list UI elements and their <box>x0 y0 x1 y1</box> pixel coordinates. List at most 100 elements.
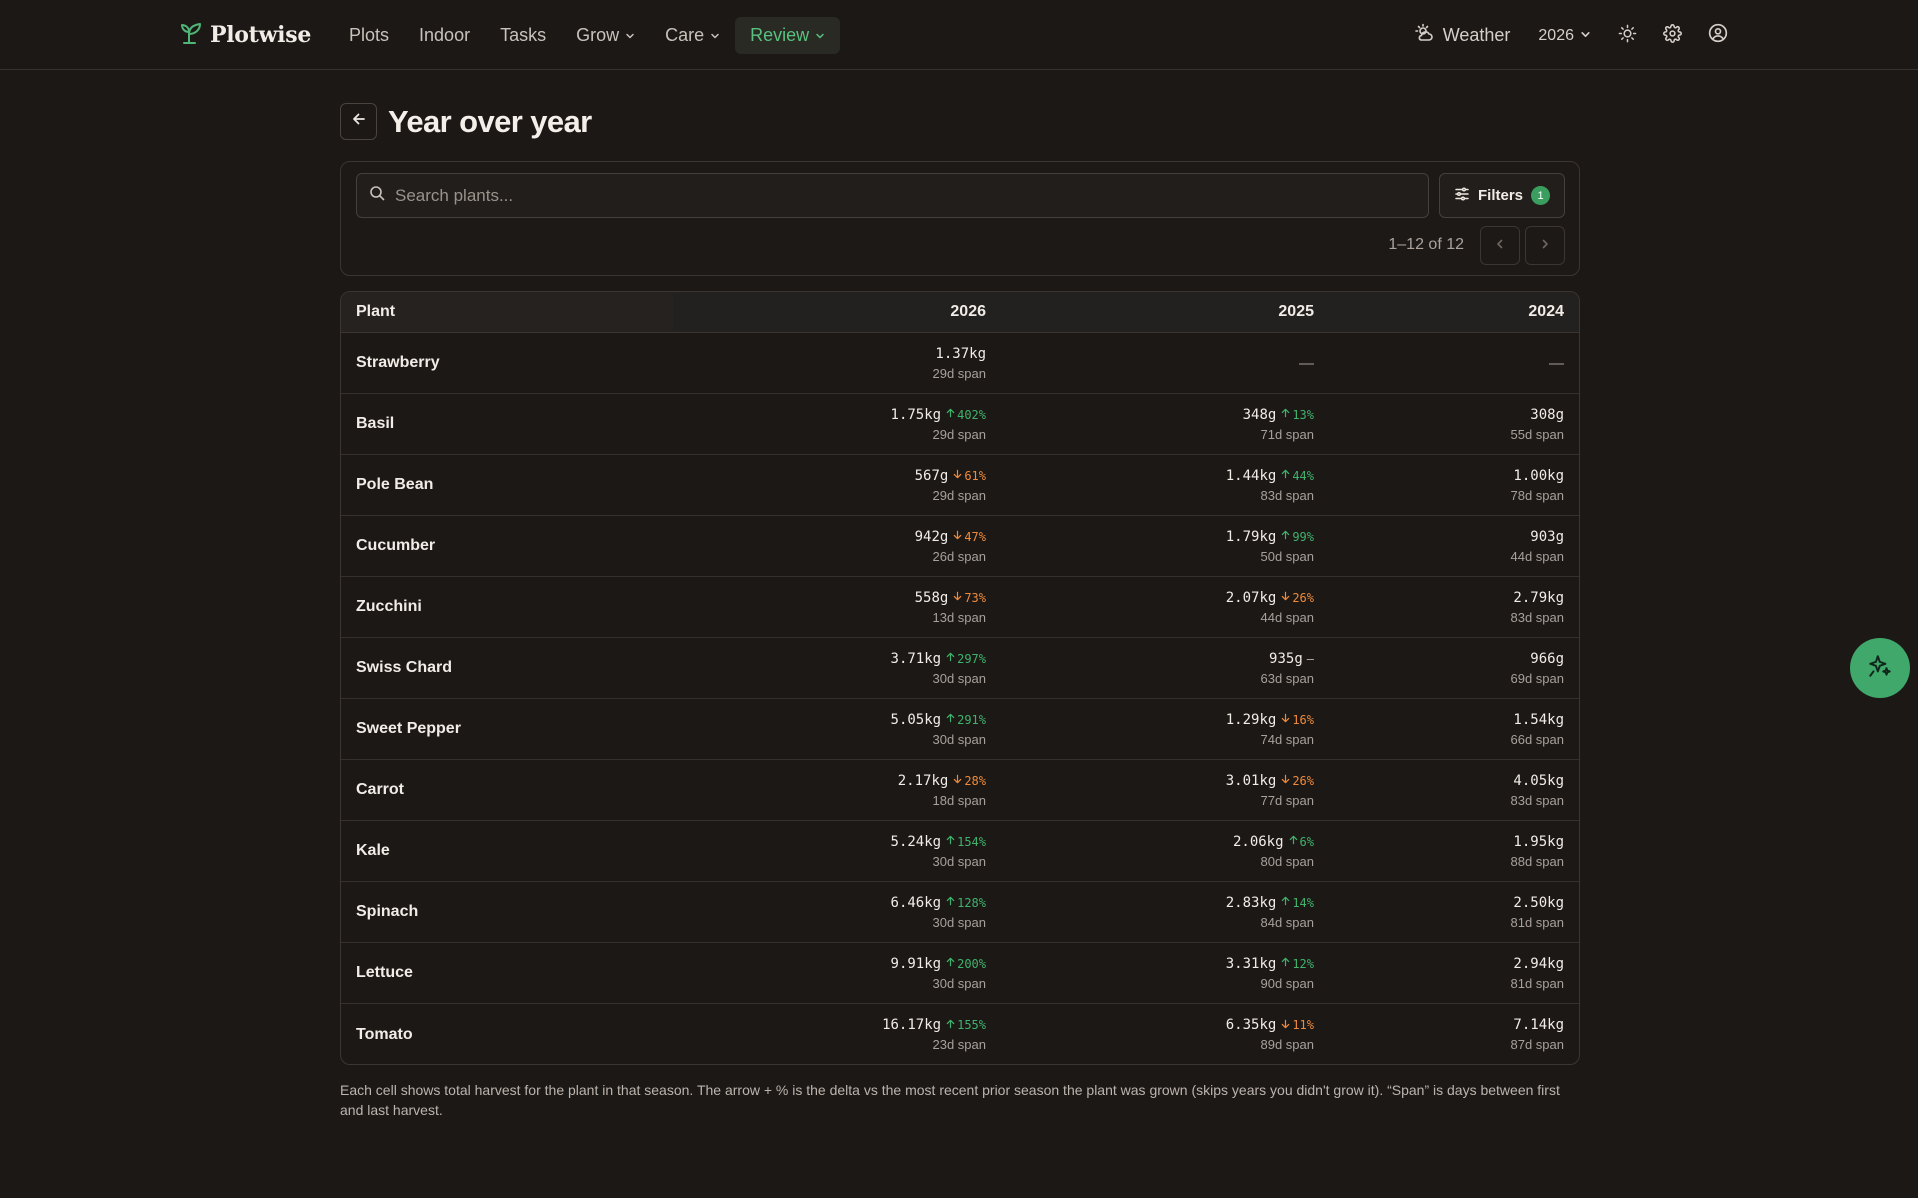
nav-link-indoor[interactable]: Indoor <box>404 17 485 54</box>
harvest-span: 78d span <box>1510 487 1565 503</box>
delta-percent: 297% <box>957 651 986 666</box>
delta-up: 291% <box>945 712 986 727</box>
table-toolbar: Filters 1 1–12 of 12 <box>340 161 1580 276</box>
filters-label: Filters <box>1477 187 1523 204</box>
table-body: Strawberry 1.37kg 29d span — — Basil 1.75kg 402… <box>341 333 1579 1064</box>
column-header-2024[interactable]: 2024 <box>1329 292 1579 332</box>
harvest-total: 1.75kg <box>890 406 942 423</box>
sun-cloud-icon <box>1414 23 1435 48</box>
table-row[interactable]: Sweet Pepper 5.05kg 291% 30d span 1.29kg 16% 7… <box>341 699 1579 760</box>
harvest-span: 18d span <box>932 792 987 808</box>
harvest-value-line: 9.91kg 200% <box>891 956 986 972</box>
next-page-button[interactable] <box>1525 226 1565 265</box>
harvest-cell-2026: 5.05kg 291% 30d span <box>673 699 1001 759</box>
table-row[interactable]: Pole Bean 567g 61% 29d span 1.44kg 44% 83d spa… <box>341 455 1579 516</box>
table-row[interactable]: Kale 5.24kg 154% 30d span 2.06kg 6% 80d span 1.… <box>341 821 1579 882</box>
delta-percent: 12% <box>1292 956 1314 971</box>
harvest-value-line: 1.75kg 402% <box>891 407 986 423</box>
arrow-up-icon <box>1280 407 1291 422</box>
table-row[interactable]: Spinach 6.46kg 128% 30d span 2.83kg 14% 84d sp… <box>341 882 1579 943</box>
harvest-cell-2025: 1.29kg 16% 74d span <box>1001 699 1329 759</box>
harvest-span: 84d span <box>1260 914 1315 930</box>
top-nav: Plotwise Plots Indoor Tasks Grow Care Review … <box>0 0 1918 70</box>
arrow-down-icon <box>1280 712 1291 727</box>
harvest-cell-2026: 942g 47% 26d span <box>673 516 1001 576</box>
table-row[interactable]: Swiss Chard 3.71kg 297% 30d span 935g — 63d sp… <box>341 638 1579 699</box>
harvest-cell-2024: — <box>1329 333 1579 393</box>
harvest-value-line: 1.95kg <box>1513 834 1564 850</box>
harvest-span: 30d span <box>932 731 987 747</box>
prev-page-button[interactable] <box>1480 226 1520 265</box>
harvest-cell-2024: 4.05kg 83d span <box>1329 760 1579 820</box>
harvest-span: 13d span <box>932 609 987 625</box>
delta-up: 12% <box>1280 956 1314 971</box>
table-header: Plant 2026 2025 2024 <box>341 292 1579 333</box>
nav-link-tasks[interactable]: Tasks <box>485 17 561 54</box>
table-row[interactable]: Zucchini 558g 73% 13d span 2.07kg 26% 44d span… <box>341 577 1579 638</box>
delta-percent: 44% <box>1292 468 1314 483</box>
nav-link-care[interactable]: Care <box>650 17 735 54</box>
delta-up: 402% <box>945 407 986 422</box>
settings-button[interactable] <box>1650 17 1695 54</box>
delta-down: 26% <box>1280 590 1314 605</box>
nav-link-review[interactable]: Review <box>735 17 841 54</box>
plant-name: Kale <box>356 842 390 859</box>
harvest-value-line: 1.44kg 44% <box>1226 468 1314 484</box>
nav-link-grow[interactable]: Grow <box>561 17 650 54</box>
harvest-total: 3.31kg <box>1225 955 1277 972</box>
column-header-2026[interactable]: 2026 <box>673 292 1001 332</box>
search-input[interactable] <box>395 185 1395 206</box>
harvest-total: 308g <box>1530 406 1564 423</box>
back-button[interactable] <box>340 103 377 140</box>
arrow-down-icon <box>1280 590 1291 605</box>
harvest-cell-2026: 9.91kg 200% 30d span <box>673 943 1001 1003</box>
delta-percent: 154% <box>957 834 986 849</box>
table-row[interactable]: Tomato 16.17kg 155% 23d span 6.35kg 11% 89d sp… <box>341 1004 1579 1064</box>
delta-percent: 14% <box>1292 895 1314 910</box>
ai-assistant-button[interactable] <box>1850 638 1910 698</box>
delta-up: 297% <box>945 651 986 666</box>
harvest-span: 83d span <box>1510 792 1565 808</box>
table-row[interactable]: Basil 1.75kg 402% 29d span 348g 13% 71d span 30… <box>341 394 1579 455</box>
account-button[interactable] <box>1695 17 1740 54</box>
delta-up: 200% <box>945 956 986 971</box>
harvest-span: 44d span <box>1260 609 1315 625</box>
harvest-total: 2.06kg <box>1232 833 1284 850</box>
harvest-value-line: 16.17kg 155% <box>882 1017 986 1033</box>
nav-link-plots[interactable]: Plots <box>334 17 404 54</box>
column-header-plant[interactable]: Plant <box>341 292 673 332</box>
table-row[interactable]: Strawberry 1.37kg 29d span — — <box>341 333 1579 394</box>
year-select[interactable]: 2026 <box>1524 17 1605 54</box>
arrow-up-icon <box>945 834 956 849</box>
table-row[interactable]: Cucumber 942g 47% 26d span 1.79kg 99% 50d span… <box>341 516 1579 577</box>
chevron-right-icon <box>1539 237 1551 255</box>
column-header-2025[interactable]: 2025 <box>1001 292 1329 332</box>
theme-toggle-button[interactable] <box>1605 17 1650 54</box>
harvest-value-line: 2.50kg <box>1513 895 1564 911</box>
harvest-span: 88d span <box>1510 853 1565 869</box>
harvest-cell-2026: 1.75kg 402% 29d span <box>673 394 1001 454</box>
chevron-down-icon <box>815 25 825 46</box>
filters-button[interactable]: Filters 1 <box>1439 173 1565 218</box>
harvest-span: 30d span <box>932 975 987 991</box>
harvest-value-line: 348g 13% <box>1243 407 1314 423</box>
delta-up: 154% <box>945 834 986 849</box>
table-row[interactable]: Carrot 2.17kg 28% 18d span 3.01kg 26% 77d span… <box>341 760 1579 821</box>
table-row[interactable]: Lettuce 9.91kg 200% 30d span 3.31kg 12% 90d sp… <box>341 943 1579 1004</box>
harvest-total: 903g <box>1530 528 1564 545</box>
harvest-cell-2025: 1.44kg 44% 83d span <box>1001 455 1329 515</box>
harvest-total: 2.94kg <box>1513 955 1564 972</box>
nav-link-label: Indoor <box>419 25 471 45</box>
year-select-value: 2026 <box>1538 26 1574 44</box>
harvest-cell-2026: 2.17kg 28% 18d span <box>673 760 1001 820</box>
harvest-value-line: 3.31kg 12% <box>1226 956 1314 972</box>
harvest-cell-2026: 567g 61% 29d span <box>673 455 1001 515</box>
harvest-cell-2024: 1.54kg 66d span <box>1329 699 1579 759</box>
weather-button[interactable]: Weather <box>1401 17 1525 54</box>
delta-up: 6% <box>1288 834 1314 849</box>
harvest-span: 89d span <box>1260 1037 1315 1052</box>
harvest-value-line: 2.07kg 26% <box>1226 590 1314 606</box>
harvest-total: 1.44kg <box>1225 467 1277 484</box>
delta-flat: — <box>1307 652 1314 666</box>
brand[interactable]: Plotwise <box>180 20 311 49</box>
